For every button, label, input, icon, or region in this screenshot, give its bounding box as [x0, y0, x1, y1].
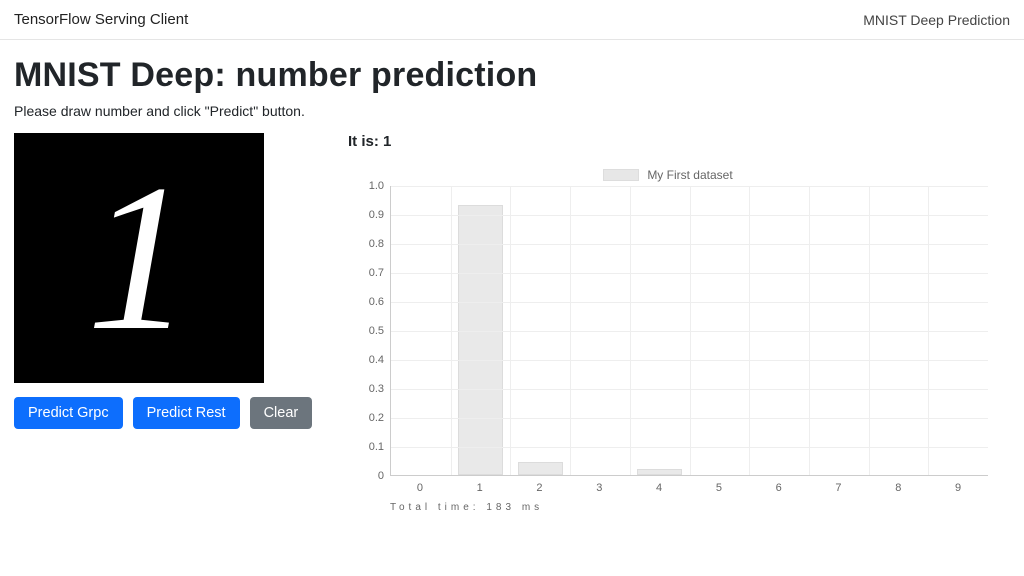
- y-axis: 00.10.20.30.40.50.60.70.80.91.0: [348, 186, 390, 476]
- drawing-canvas[interactable]: 1: [14, 133, 264, 383]
- y-tick: 0: [378, 470, 384, 482]
- x-tick: 8: [868, 482, 928, 494]
- probability-chart: My First dataset 0 0.1 0.2 0.3 0.4 0.5 0.6 0.7 0…: [348, 168, 988, 513]
- x-tick: 0: [390, 482, 450, 494]
- x-tick: 2: [510, 482, 570, 494]
- x-tick: 6: [749, 482, 809, 494]
- x-tick: 7: [809, 482, 869, 494]
- brand-link[interactable]: TensorFlow Serving Client: [14, 11, 188, 28]
- result-label: It is:: [348, 133, 379, 150]
- page-title: MNIST Deep: number prediction: [14, 56, 1010, 95]
- x-tick: 9: [928, 482, 988, 494]
- bar: [458, 205, 503, 475]
- bar: [637, 469, 682, 475]
- y-tick: 0.7: [369, 267, 384, 279]
- nav-link-mnist[interactable]: MNIST Deep Prediction: [863, 12, 1010, 28]
- x-tick: 3: [569, 482, 629, 494]
- x-tick: 1: [450, 482, 510, 494]
- y-tick: 0.6: [369, 296, 384, 308]
- x-tick: 5: [689, 482, 749, 494]
- chart-grid: [390, 186, 988, 476]
- y-tick: 0.8: [369, 238, 384, 250]
- x-tick: 4: [629, 482, 689, 494]
- predict-grpc-button[interactable]: Predict Grpc: [14, 397, 123, 429]
- page-lead: Please draw number and click "Predict" b…: [14, 103, 1010, 119]
- y-tick: 0.2: [369, 412, 384, 424]
- result-value: 1: [383, 133, 391, 150]
- predict-rest-button[interactable]: Predict Rest: [133, 397, 240, 429]
- legend-swatch: [603, 169, 639, 181]
- drawn-digit: 1: [87, 153, 192, 363]
- y-tick: 0.3: [369, 383, 384, 395]
- main-content: MNIST Deep: number prediction Please dra…: [0, 40, 1024, 513]
- legend-label: My First dataset: [647, 168, 732, 182]
- y-tick: 1.0: [369, 180, 384, 192]
- bar: [518, 462, 563, 475]
- y-tick: 0.1: [369, 441, 384, 453]
- x-axis: 0123456789: [390, 482, 988, 494]
- clear-button[interactable]: Clear: [250, 397, 313, 429]
- prediction-result: It is: 1: [348, 133, 1010, 150]
- chart-legend: My First dataset: [348, 168, 988, 182]
- y-tick: 0.4: [369, 354, 384, 366]
- timing-footnote: Total time: 183 ms: [390, 502, 988, 513]
- navbar: TensorFlow Serving Client MNIST Deep Pre…: [0, 0, 1024, 40]
- y-tick: 0.5: [369, 325, 384, 337]
- y-tick: 0.9: [369, 209, 384, 221]
